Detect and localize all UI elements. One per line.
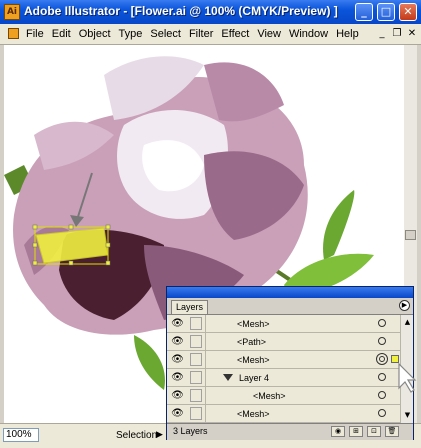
menu-select[interactable]: Select xyxy=(150,28,181,40)
lock-toggle[interactable] xyxy=(190,371,202,384)
selection-handle[interactable] xyxy=(105,224,111,230)
menu-items: File Edit Object Type Select Filter Effe… xyxy=(26,24,367,44)
selection-handle[interactable] xyxy=(32,224,38,230)
create-layer-button[interactable]: ⊡ xyxy=(367,426,381,437)
layer-row-layer-4[interactable]: 👁 Layer 4 xyxy=(167,369,400,387)
scroll-up-icon[interactable]: ▲ xyxy=(402,317,413,328)
layer-name: <Path> xyxy=(237,337,267,347)
layer-row-mesh-1[interactable]: 👁 <Mesh> xyxy=(167,315,400,333)
lock-toggle[interactable] xyxy=(190,335,202,348)
maximize-button[interactable]: □ xyxy=(377,3,395,21)
lock-toggle[interactable] xyxy=(190,407,202,420)
target-circle-icon[interactable] xyxy=(378,391,386,399)
target-circle-icon[interactable] xyxy=(378,409,386,417)
menu-edit[interactable]: Edit xyxy=(52,28,71,40)
layer-name: <Mesh> xyxy=(237,409,270,419)
selection-handle[interactable] xyxy=(105,260,111,266)
layers-panel: Layers ▶ 👁 <Mesh> 👁 <Path> 👁 <Mesh> 👁 La… xyxy=(166,286,414,440)
create-sublayer-button[interactable]: ⊞ xyxy=(349,426,363,437)
menu-type[interactable]: Type xyxy=(119,28,143,40)
target-circle-icon[interactable] xyxy=(378,319,386,327)
layer-row-mesh-sub[interactable]: 👁 <Mesh> xyxy=(167,387,400,405)
status-menu-arrow[interactable]: ▶ xyxy=(156,429,163,440)
row-divider xyxy=(205,333,206,351)
layer-name: Layer 4 xyxy=(239,373,270,383)
minimize-button[interactable]: _ xyxy=(355,3,373,21)
doc-close-button[interactable]: ✕ xyxy=(406,28,418,40)
target-circle-icon[interactable] xyxy=(378,373,386,381)
menu-file[interactable]: File xyxy=(26,28,44,40)
row-divider xyxy=(205,369,206,387)
current-tool-label: Selection xyxy=(116,430,158,441)
target-circle-icon[interactable] xyxy=(378,337,386,345)
layers-panel-titlebar[interactable] xyxy=(167,287,413,298)
visibility-eye-icon[interactable]: 👁 xyxy=(171,336,184,347)
zoom-level-field[interactable]: 100% xyxy=(3,428,39,442)
visibility-eye-icon[interactable]: 👁 xyxy=(171,318,184,329)
layer-count: 3 Layers xyxy=(173,426,208,436)
layer-name: <Mesh> xyxy=(253,391,286,401)
menu-bar: File Edit Object Type Select Filter Effe… xyxy=(0,24,421,45)
expand-triangle-icon[interactable] xyxy=(223,374,233,381)
layer-row-mesh-2[interactable]: 👁 <Mesh> xyxy=(167,405,400,423)
layers-panel-tabs: Layers ▶ xyxy=(167,298,413,315)
row-divider xyxy=(205,351,206,369)
scrollbar-thumb[interactable] xyxy=(405,230,416,240)
selection-handle[interactable] xyxy=(32,260,38,266)
lock-toggle[interactable] xyxy=(190,317,202,330)
leaf-top xyxy=(323,190,355,260)
selection-handle[interactable] xyxy=(32,242,38,248)
menu-filter[interactable]: Filter xyxy=(189,28,213,40)
visibility-eye-icon[interactable]: 👁 xyxy=(171,354,184,365)
layer-row-mesh-selected[interactable]: 👁 <Mesh> xyxy=(167,351,400,369)
layer-row-path[interactable]: 👁 <Path> xyxy=(167,333,400,351)
menu-object[interactable]: Object xyxy=(79,28,111,40)
layer-name: <Mesh> xyxy=(237,319,270,329)
menu-window[interactable]: Window xyxy=(289,28,328,40)
selection-handle[interactable] xyxy=(68,224,74,230)
menu-effect[interactable]: Effect xyxy=(221,28,249,40)
layers-panel-footer: 3 Layers ◉ ⊞ ⊡ 🗑 xyxy=(167,423,413,440)
delete-layer-button[interactable]: 🗑 xyxy=(385,426,399,437)
illustrator-app-icon: Ai xyxy=(4,4,20,20)
row-divider xyxy=(205,387,206,405)
make-clipping-mask-button[interactable]: ◉ xyxy=(331,426,345,437)
close-button[interactable]: ✕ xyxy=(399,3,417,21)
selection-handle[interactable] xyxy=(68,260,74,266)
lock-toggle[interactable] xyxy=(190,353,202,366)
row-divider xyxy=(205,405,206,423)
scroll-down-icon[interactable]: ▼ xyxy=(402,410,413,421)
annotation-pointer-arrow xyxy=(398,362,417,393)
menu-help[interactable]: Help xyxy=(336,28,359,40)
selection-handle[interactable] xyxy=(105,242,111,248)
menu-view[interactable]: View xyxy=(257,28,281,40)
layers-list: 👁 <Mesh> 👁 <Path> 👁 <Mesh> 👁 Layer 4 👁 <… xyxy=(167,315,400,423)
panel-menu-button[interactable]: ▶ xyxy=(399,300,410,311)
visibility-eye-icon[interactable]: 👁 xyxy=(171,408,184,419)
title-bar: Ai Adobe Illustrator - [Flower.ai @ 100%… xyxy=(0,0,421,24)
row-divider xyxy=(205,315,206,333)
visibility-eye-icon[interactable]: 👁 xyxy=(171,372,184,383)
layer-name: <Mesh> xyxy=(237,355,270,365)
lock-toggle[interactable] xyxy=(190,389,202,402)
tab-layers[interactable]: Layers xyxy=(171,300,209,314)
doc-minimize-button[interactable]: _ xyxy=(376,28,388,40)
visibility-eye-icon[interactable]: 👁 xyxy=(171,390,184,401)
window-title: Adobe Illustrator - [Flower.ai @ 100% (C… xyxy=(24,4,338,18)
document-icon[interactable] xyxy=(8,28,19,39)
leaf-bottom-left xyxy=(134,335,165,390)
doc-restore-button[interactable]: ❐ xyxy=(391,28,403,40)
target-selected-icon[interactable] xyxy=(376,353,388,365)
